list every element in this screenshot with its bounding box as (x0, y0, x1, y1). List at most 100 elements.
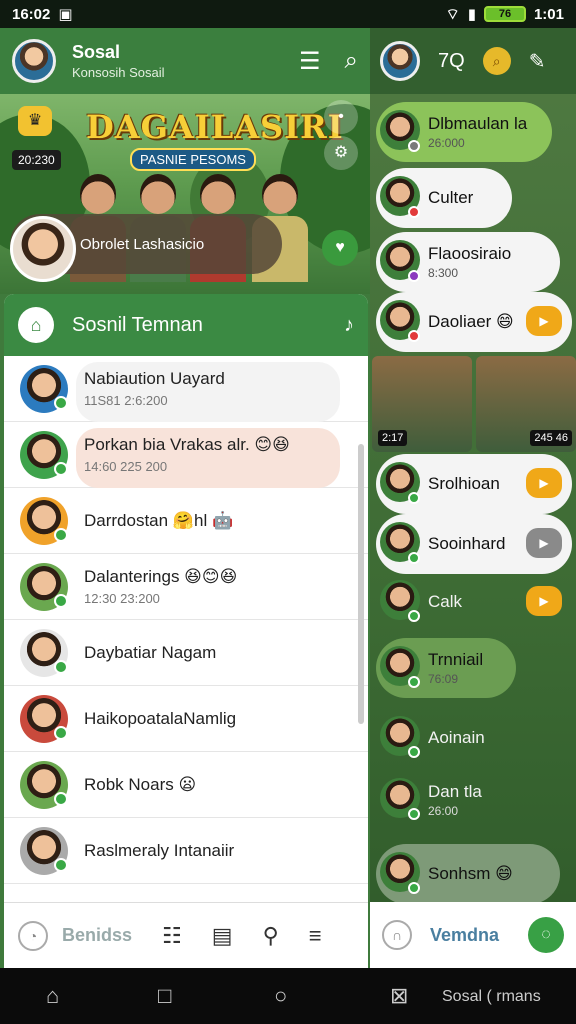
bookmark-nav-icon[interactable]: ⊠ (390, 983, 408, 1009)
online-status-icon (54, 462, 68, 476)
video-call-icon[interactable]: ▶ (526, 306, 562, 336)
status-dot-icon (408, 206, 420, 218)
settings-icon[interactable]: ⚙ (324, 136, 358, 170)
chat-item[interactable]: Sonhsm 😄 (376, 844, 560, 904)
filter-icon[interactable]: ☷ (162, 923, 182, 949)
video-call-icon[interactable]: ▶ (526, 586, 562, 616)
chat-item[interactable]: Sooinhard ▶ (376, 514, 572, 574)
scrollbar[interactable] (358, 444, 364, 724)
left-pane: Sosal Konsosih Sosail ☰ ⌕ ♛ DAGAILASIRI … (0, 28, 370, 968)
wifi-icon: ⌔ (445, 5, 460, 23)
friend-name: Raslmeraly Intanaiir (84, 840, 235, 860)
chat-name: Aoinain (428, 728, 485, 747)
right-nav-label[interactable]: Vemdna (430, 925, 499, 946)
friends-title: Sosnil Temnan (72, 313, 203, 336)
chat-name: Dlbmaulan la (428, 114, 528, 133)
status-time-left: 16:02 (12, 5, 51, 23)
online-status-icon (54, 792, 68, 806)
home-nav-icon[interactable]: ⌂ (46, 983, 59, 1009)
right-header: 7Q ⌕ ✎ (370, 28, 576, 94)
chat-name: Daoliaer 😄 (428, 312, 514, 331)
friend-name: Darrdostan 🤗hl 🤖 (84, 510, 234, 530)
friend-row[interactable]: Nabiaution Uayard 11S81 2:6:200 (4, 356, 368, 422)
chat-item[interactable]: Aoinain (376, 708, 516, 768)
left-nav-label[interactable]: Benidss (62, 925, 132, 946)
status-bar: 16:02 ▣ ⌔ ▮ 76 1:01 (0, 0, 576, 28)
status-dot-icon (408, 882, 420, 894)
chat-name: Sooinhard (428, 534, 506, 553)
status-time: 1:01 (533, 5, 564, 23)
video-strip[interactable]: 2:17 245 46 (372, 356, 576, 452)
status-dot-icon (408, 140, 420, 152)
right-header-title: 7Q (438, 49, 465, 72)
chat-item[interactable]: Trnniail 76:09 (376, 638, 516, 698)
chat-name: Sonhsm 😄 (428, 864, 513, 883)
recents-nav-icon[interactable]: □ (158, 983, 171, 1009)
friend-row[interactable]: Porkan bia Vrakas alr. 😊😆 14:60 225 200 (4, 422, 368, 488)
search-icon[interactable]: ⌕ (482, 47, 511, 75)
chat-item[interactable]: Dan tla 26:00 (376, 770, 516, 830)
friend-name: Nabiaution Uayard (84, 369, 225, 388)
edit-icon[interactable]: ✎ (529, 49, 546, 74)
status-dot-icon (408, 746, 420, 758)
system-nav-bar: ⌂ □ ○ ⊠ Sosal ( rmans (0, 968, 576, 1024)
status-dot-icon (408, 492, 420, 504)
more-icon[interactable]: • (324, 100, 358, 134)
chat-bubble-icon[interactable]: ◌ (528, 917, 564, 953)
system-nav-label: Sosal ( rmans (442, 988, 541, 1005)
chat-name: Culter (428, 188, 474, 207)
friend-row[interactable]: Raslmeraly Intanaiir (4, 818, 368, 884)
friend-name: Robk Noars 😦 (84, 774, 197, 794)
app-subtitle: Konsosih Sosail (72, 65, 165, 80)
battery-icon: 76 (483, 6, 526, 22)
friend-row[interactable]: Robk Noars 😦 (4, 752, 368, 818)
app-title: Sosal (72, 42, 121, 62)
chat-name: Srolhioan (428, 474, 500, 493)
chat-item[interactable]: Flaoosiraio 8:300 (376, 232, 560, 292)
bell-icon[interactable]: ♪ (344, 314, 354, 337)
profile-avatar[interactable] (12, 39, 56, 83)
search-icon[interactable]: ⌕ (345, 47, 358, 76)
chat-item[interactable]: Daoliaer 😄 ▶ (376, 292, 572, 352)
friend-row[interactable]: Darrdostan 🤗hl 🤖 (4, 488, 368, 554)
chat-time: 26:00 (428, 804, 459, 818)
right-profile-avatar[interactable] (380, 41, 420, 81)
friend-row[interactable]: Dalanterings 😆😊😆 12:30 23:200 (4, 554, 368, 620)
online-status-icon (54, 726, 68, 740)
notification-icon[interactable]: ◔ (18, 920, 48, 951)
online-status-icon (54, 528, 68, 542)
hamburger-icon[interactable]: ≡ (309, 923, 322, 949)
chat-item[interactable]: Srolhioan ▶ (376, 454, 572, 514)
group-banner[interactable]: ♛ DAGAILASIRI PASNIE PESOMS 20:230 • ⚙ O… (0, 94, 370, 294)
status-dot-icon (408, 552, 420, 564)
friends-list-card: ⌂ Sosnil Temnan ♪ Nabiaution Uayard 11S81… (4, 294, 368, 904)
friend-row[interactable]: HaikopoatalaNamlig (4, 686, 368, 752)
message-icon[interactable]: ▤ (212, 923, 233, 949)
app-header: Sosal Konsosih Sosail ☰ ⌕ (0, 28, 370, 94)
video-call-icon[interactable]: ▶ (526, 528, 562, 558)
right-pane: 7Q ⌕ ✎ Dlbmaulan la 26:000 Culter Flaoosira… (370, 28, 576, 968)
crown-icon: ♛ (18, 106, 52, 136)
chat-item[interactable]: Culter (376, 168, 512, 228)
chat-item[interactable]: Dlbmaulan la 26:000 (376, 102, 552, 162)
circle-nav-icon[interactable]: ○ (274, 983, 287, 1009)
status-dot-icon (408, 610, 420, 622)
headphones-icon[interactable]: ∩ (382, 920, 412, 950)
status-dot-icon (408, 330, 420, 342)
group-avatar[interactable] (10, 216, 76, 282)
chat-item[interactable]: Calk ▶ (376, 572, 572, 632)
home-icon[interactable]: ⌂ (18, 307, 54, 343)
chat-name: Trnniail (428, 650, 484, 669)
gallery-icon: ▣ (58, 6, 73, 23)
video-call-icon[interactable]: ▶ (526, 468, 562, 498)
friend-row[interactable]: Daybatiar Nagam (4, 620, 368, 686)
pin-icon[interactable]: ⚲ (263, 923, 279, 949)
left-bottom-nav: ◔ Benidss ☷ ▤ ⚲ ≡ (4, 902, 368, 968)
friend-time: 14:60 225 200 (84, 459, 168, 474)
banner-title: DAGAILASIRI (86, 108, 344, 146)
chat-time: 76:09 (428, 672, 459, 686)
online-status-icon (54, 858, 68, 872)
menu-icon[interactable]: ☰ (299, 47, 321, 76)
online-status-icon (54, 594, 68, 608)
heart-icon[interactable]: ♥ (322, 230, 358, 266)
